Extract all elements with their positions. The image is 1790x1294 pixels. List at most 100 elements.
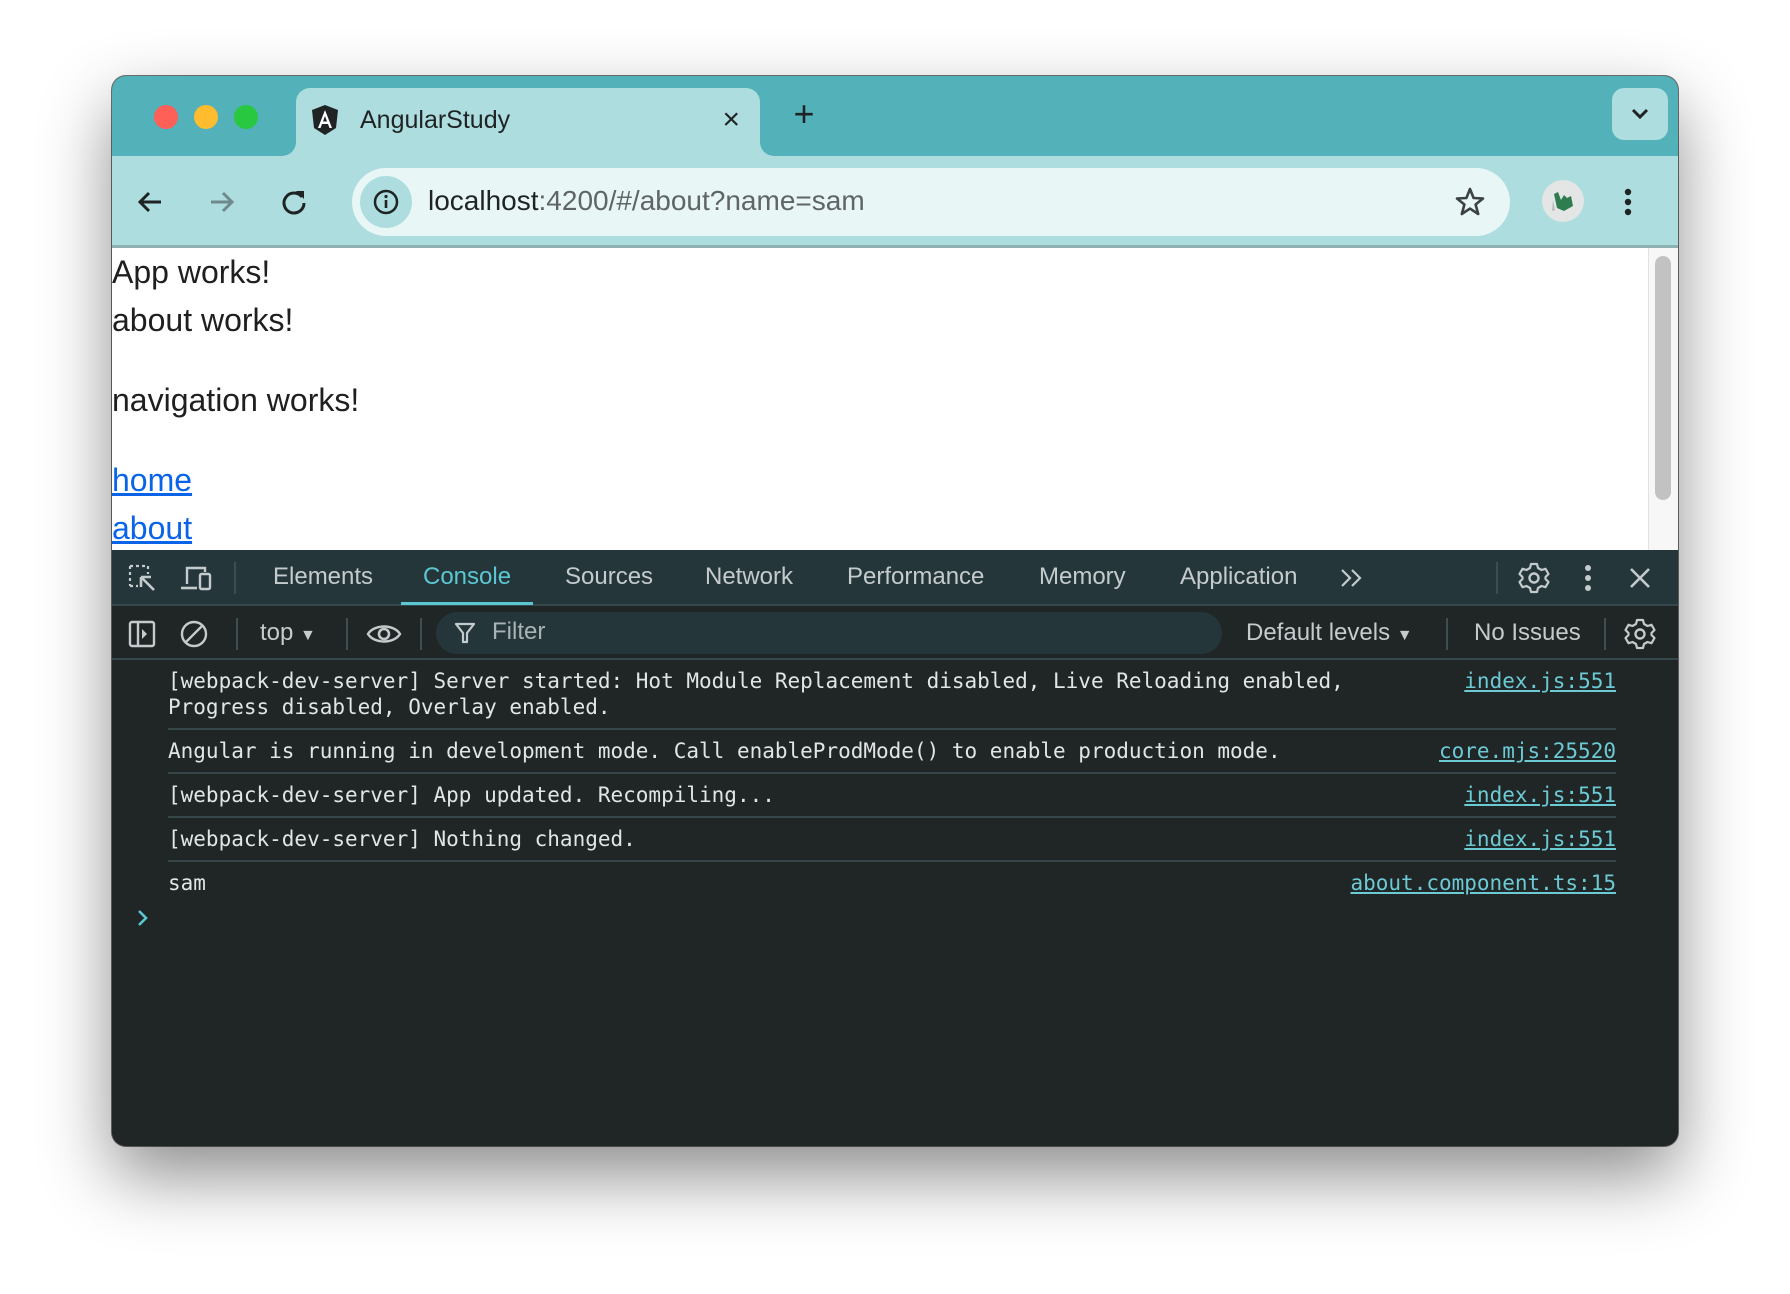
message-source-link[interactable]: core.mjs:25520 — [1439, 738, 1616, 764]
console-toolbar: top ▼ Filter Default levels ▼ No Issues — [112, 606, 1678, 660]
forward-button[interactable] — [200, 180, 244, 224]
tab-title: AngularStudy — [360, 106, 511, 134]
device-toolbar-button[interactable] — [176, 558, 216, 598]
profile-picture-icon — [1552, 192, 1573, 211]
browser-menu-button[interactable] — [1606, 180, 1650, 224]
console-message: sam about.component.ts:15 — [168, 862, 1616, 904]
bookmark-button[interactable] — [1450, 182, 1490, 222]
gear-icon — [1624, 618, 1656, 650]
eye-icon — [366, 625, 402, 643]
console-message: [webpack-dev-server] Server started: Hot… — [168, 660, 1616, 730]
site-info-button[interactable] — [360, 176, 412, 228]
console-message: Angular is running in development mode. … — [168, 730, 1616, 774]
home-link[interactable]: home — [112, 462, 192, 499]
gear-icon — [1518, 562, 1550, 594]
tab-console[interactable]: Console — [400, 550, 534, 605]
message-source-link[interactable]: index.js:551 — [1464, 782, 1616, 808]
tab-angularstudy[interactable]: AngularStudy × — [296, 88, 760, 156]
url-host: localhost — [428, 185, 539, 216]
app-works-text: App works! — [112, 254, 271, 290]
toolbar-divider — [234, 562, 236, 594]
live-expression-button[interactable] — [364, 614, 404, 654]
show-sidebar-button[interactable] — [122, 614, 162, 654]
toolbar-divider — [1496, 562, 1498, 594]
log-levels-dropdown[interactable]: Default levels ▼ — [1246, 614, 1413, 652]
browser-toolbar: localhost:4200/#/about?name=sam — [112, 156, 1678, 248]
page-scrollbar-thumb[interactable] — [1655, 256, 1671, 500]
filter-icon — [454, 622, 476, 644]
kebab-icon — [1624, 188, 1632, 216]
page-scrollbar[interactable] — [1648, 248, 1678, 550]
prompt-chevron-icon — [138, 910, 148, 926]
angular-logo-icon — [312, 105, 338, 135]
tab-application[interactable]: Application — [1180, 550, 1297, 604]
maximize-window-button[interactable] — [234, 105, 258, 129]
url-text[interactable]: localhost:4200/#/about?name=sam — [428, 185, 865, 217]
close-icon — [1630, 568, 1650, 588]
reload-button[interactable] — [272, 180, 316, 224]
devtools-panel: Elements Console Sources Network Perform… — [112, 550, 1678, 1146]
message-text: [webpack-dev-server] App updated. Recomp… — [168, 783, 775, 807]
star-icon — [1455, 187, 1485, 216]
tab-elements[interactable]: Elements — [273, 550, 373, 604]
tab-memory[interactable]: Memory — [1039, 550, 1126, 604]
tab-sources[interactable]: Sources — [565, 550, 653, 604]
toolbar-divider — [346, 618, 348, 650]
chevron-down-icon — [1631, 108, 1649, 120]
close-tab-button[interactable]: × — [722, 100, 740, 140]
about-link[interactable]: about — [112, 510, 192, 547]
close-window-button[interactable] — [154, 105, 178, 129]
message-text: [webpack-dev-server] Server started: Hot… — [168, 669, 1344, 719]
context-value: top — [260, 619, 294, 646]
browser-window: AngularStudy × + localhost:4200/#/about?… — [112, 76, 1678, 1146]
console-message: [webpack-dev-server] Nothing changed. in… — [168, 818, 1616, 862]
devtools-settings-button[interactable] — [1514, 558, 1554, 598]
back-button[interactable] — [128, 180, 172, 224]
inspect-element-button[interactable] — [122, 558, 162, 598]
url-path: :4200/#/about?name=sam — [538, 185, 865, 216]
toolbar-divider — [236, 618, 238, 650]
navigation-works-text: navigation works! — [112, 382, 360, 418]
device-mode-icon — [181, 566, 212, 591]
address-bar[interactable]: localhost:4200/#/about?name=sam — [352, 168, 1510, 236]
console-settings-button[interactable] — [1620, 614, 1660, 654]
tab-network[interactable]: Network — [705, 550, 793, 604]
inspect-element-icon — [128, 564, 155, 591]
tab-search-button[interactable] — [1612, 88, 1668, 140]
message-source-link[interactable]: about.component.ts:15 — [1350, 870, 1616, 896]
message-text: Angular is running in development mode. … — [168, 739, 1281, 763]
about-works-text: about works! — [112, 302, 294, 338]
caret-down-icon: ▼ — [300, 627, 316, 644]
message-text: [webpack-dev-server] Nothing changed. — [168, 827, 636, 851]
message-source-link[interactable]: index.js:551 — [1464, 826, 1616, 852]
toolbar-divider — [1446, 618, 1448, 650]
issues-counter[interactable]: No Issues — [1474, 614, 1581, 652]
tab-performance[interactable]: Performance — [847, 550, 984, 604]
minimize-window-button[interactable] — [194, 105, 218, 129]
console-message: [webpack-dev-server] App updated. Recomp… — [168, 774, 1616, 818]
more-tabs-button[interactable] — [1332, 558, 1372, 598]
toolbar-divider — [420, 618, 422, 650]
console-messages: [webpack-dev-server] Server started: Hot… — [112, 660, 1678, 904]
filter-placeholder: Filter — [492, 618, 546, 645]
kebab-icon — [1585, 565, 1591, 591]
devtools-tab-bar: Elements Console Sources Network Perform… — [112, 550, 1678, 606]
page-viewport: App works! about works! navigation works… — [112, 248, 1678, 550]
message-source-link[interactable]: index.js:551 — [1464, 668, 1616, 694]
arrow-left-icon — [137, 191, 161, 213]
devtools-menu-button[interactable] — [1568, 558, 1608, 598]
context-selector[interactable]: top ▼ — [260, 614, 316, 652]
new-tab-button[interactable]: + — [782, 92, 826, 136]
reload-icon — [282, 191, 306, 215]
console-filter-input[interactable]: Filter — [436, 612, 1222, 654]
caret-down-icon: ▼ — [1396, 627, 1413, 644]
tab-strip: AngularStudy × + — [112, 76, 1678, 156]
log-levels-value: Default levels — [1246, 619, 1391, 646]
clear-console-button[interactable] — [174, 614, 214, 654]
clear-icon — [180, 620, 208, 648]
profile-avatar[interactable] — [1542, 180, 1584, 222]
arrow-right-icon — [211, 191, 235, 213]
close-devtools-button[interactable] — [1620, 558, 1660, 598]
double-chevron-right-icon — [1341, 569, 1362, 587]
console-prompt-input[interactable] — [132, 902, 1632, 938]
